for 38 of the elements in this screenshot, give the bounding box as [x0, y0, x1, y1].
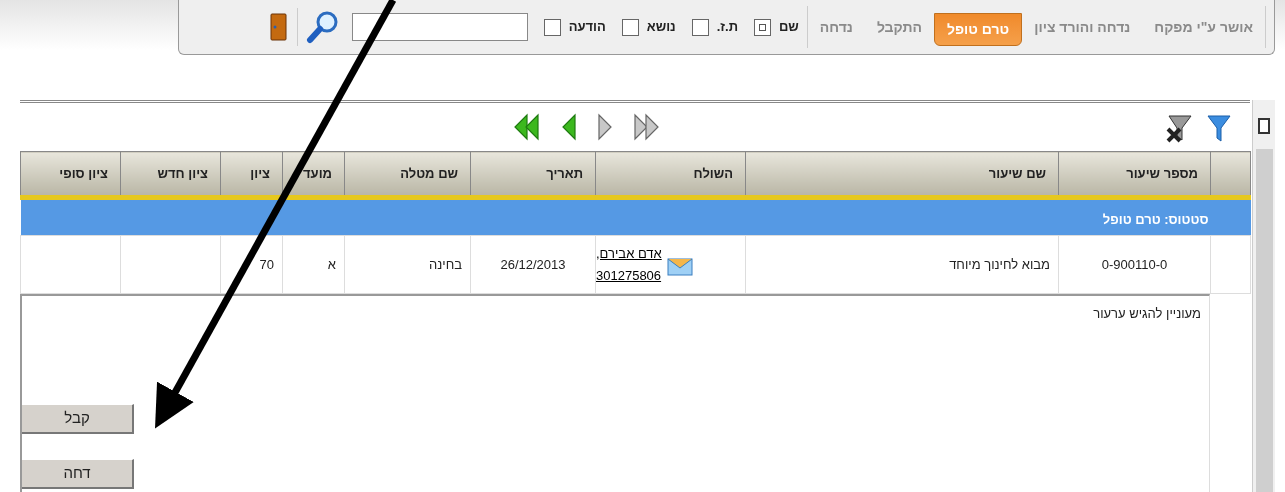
column-header[interactable]: ציון סופי [20, 151, 121, 198]
filter-label: הודעה [568, 18, 606, 37]
column-header[interactable]: תאריך [470, 151, 596, 198]
table-cell: בחינה [344, 235, 471, 294]
column-header[interactable]: שם מטלה [344, 151, 471, 198]
filter-checkbox[interactable] [691, 18, 709, 36]
column-header[interactable]: השולח [595, 151, 746, 198]
scrollbar[interactable] [1252, 100, 1275, 492]
sender-id-link[interactable]: 301275806 [596, 264, 662, 287]
filter-label: שם [779, 18, 799, 37]
table-cell: מבוא לחינוך מיוחד [745, 235, 1059, 294]
column-header[interactable]: ציון חדש [120, 151, 221, 198]
accept-button[interactable]: קבל [22, 404, 134, 434]
clear-filter-icon[interactable] [1166, 113, 1194, 143]
table-cell: 70 [220, 235, 283, 294]
search-icon[interactable] [305, 10, 340, 44]
table-cell: א [282, 235, 345, 294]
filter-checkbox[interactable] [621, 18, 639, 36]
table-cell: 26/12/2013 [470, 235, 596, 294]
column-header[interactable]: ציון [220, 151, 283, 198]
next-page-icon[interactable] [598, 113, 614, 141]
search-field[interactable] [351, 13, 528, 41]
filter-label: נושא [646, 18, 676, 37]
sender-name-link[interactable]: אדם אבירם, [596, 242, 662, 265]
filter-checkbox[interactable] [754, 18, 771, 36]
filter-label: ת.ז. [716, 18, 738, 37]
door-icon[interactable] [268, 12, 289, 42]
first-page-icon[interactable] [514, 113, 542, 141]
message-text: מעוניין להגיש ערעור [1092, 305, 1202, 323]
column-header[interactable]: מספר שיעור [1058, 151, 1211, 198]
table-cell: 0-900110-0 [1058, 235, 1211, 294]
reject-button[interactable]: דחה [22, 459, 134, 489]
filter-checkbox[interactable] [543, 18, 561, 36]
previous-page-icon[interactable] [562, 113, 578, 141]
column-header[interactable]: שם שיעור [745, 151, 1059, 198]
header-cell [1210, 151, 1251, 198]
filter-icon[interactable] [1206, 113, 1232, 143]
group-label: סטטוס: טרם טופל [1102, 211, 1209, 227]
